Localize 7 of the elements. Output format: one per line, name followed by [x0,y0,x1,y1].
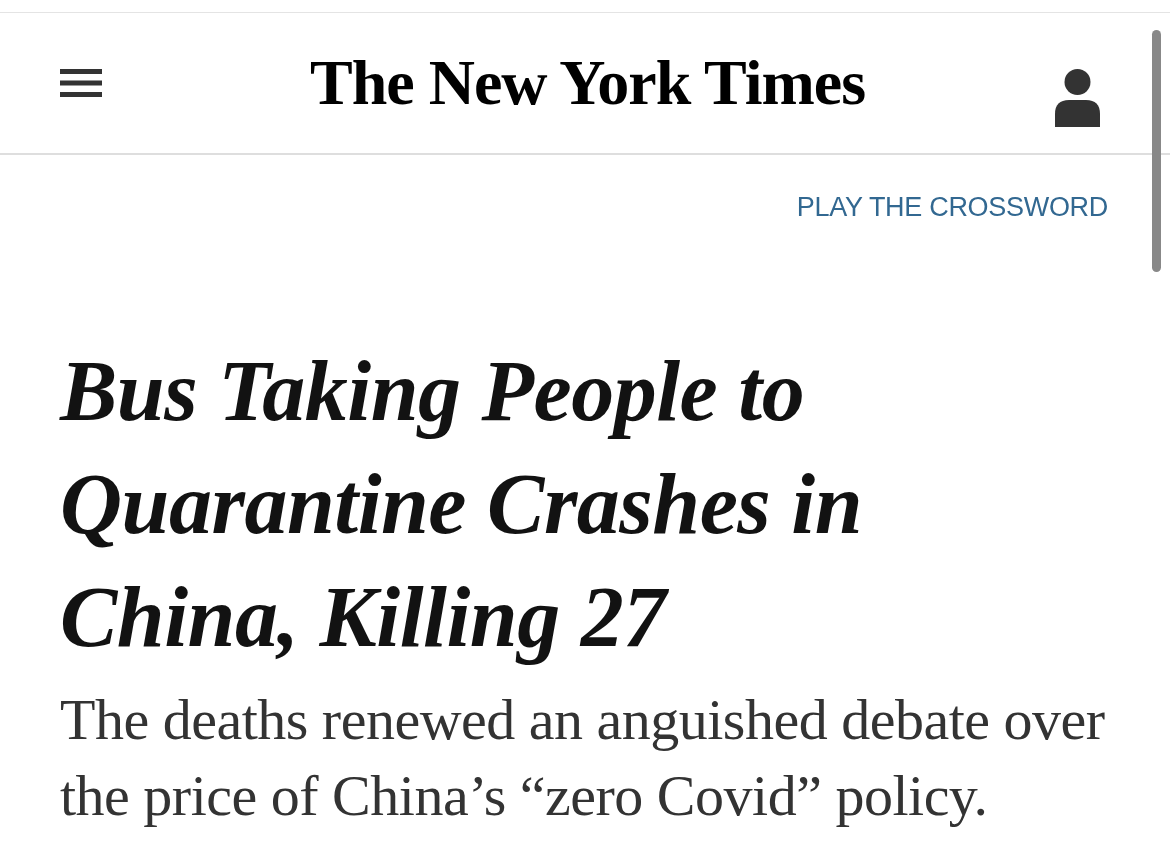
menu-icon[interactable] [60,69,102,97]
crossword-link[interactable]: PLAY THE CROSSWORD [796,191,1108,223]
scrollbar-thumb[interactable] [1152,30,1161,272]
account-icon[interactable] [1055,69,1100,127]
article-headline: Bus Taking People to Quarantine Crashes in China, Killing 27 [60,342,863,667]
site-logo[interactable]: The New York Times [309,46,866,120]
article-summary: The deaths renewed an anguished debate over the price of China’s “zero Covid” policy. [60,686,1106,830]
